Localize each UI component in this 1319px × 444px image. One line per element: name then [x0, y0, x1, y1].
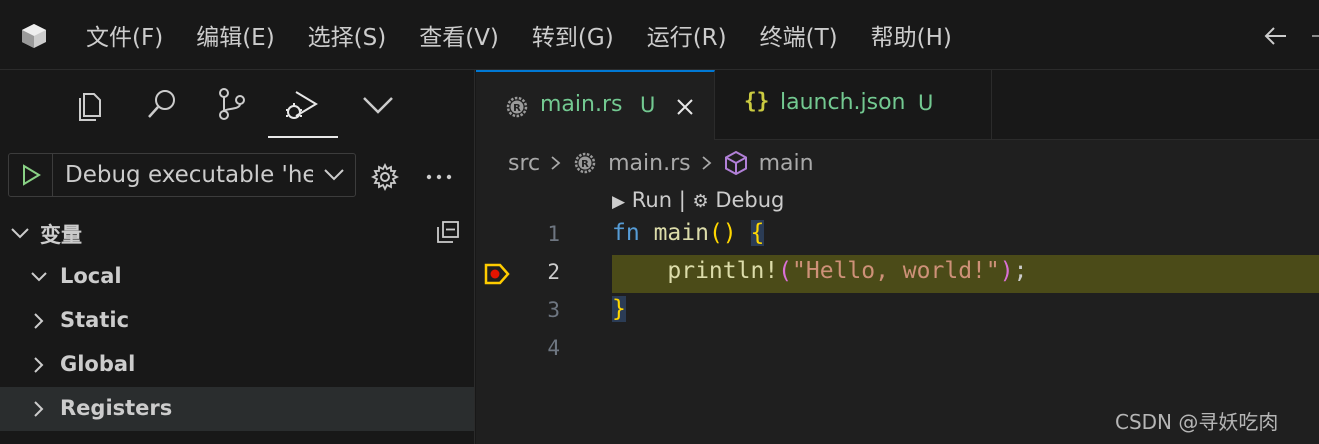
arrow-left-icon[interactable]	[1262, 22, 1290, 50]
gear-icon: ⚙	[692, 191, 709, 212]
variables-scope-static[interactable]: Static	[0, 299, 474, 343]
tab-launch-json[interactable]: {} launch.json U	[716, 70, 992, 140]
start-debugging-button[interactable]	[9, 154, 53, 196]
variables-scope-registers[interactable]: Registers	[0, 387, 474, 431]
chevron-down-icon	[31, 272, 47, 282]
menu-help[interactable]: 帮助(H)	[871, 18, 952, 52]
debug-sidebar: Debug executable 'hello_world' 变量 Local …	[0, 70, 475, 444]
chevron-right-icon	[34, 357, 44, 373]
scope-label: Global	[60, 352, 136, 376]
collapse-all-icon[interactable]	[435, 219, 461, 245]
variables-scope-global[interactable]: Global	[0, 343, 474, 387]
run-debug-icon[interactable]	[284, 86, 320, 122]
svg-text:R: R	[581, 159, 589, 170]
editor-area: R main.rs U {} launch.json U src R main.…	[476, 70, 1319, 444]
menu-view[interactable]: 查看(V)	[419, 18, 499, 52]
chevron-right-icon	[551, 156, 561, 170]
code-line[interactable]: 4	[476, 331, 1319, 369]
editor-tab-bar: R main.rs U {} launch.json U	[476, 70, 1319, 140]
codelens: ▶ Run | ⚙ Debug	[612, 188, 784, 212]
code-line-current[interactable]: 2 println!("Hello, world!");	[476, 255, 1319, 293]
git-status-badge: U	[640, 93, 656, 117]
line-number: 3	[547, 298, 560, 322]
chevron-down-icon	[324, 169, 344, 181]
code-line[interactable]: 1 fn main() {	[476, 217, 1319, 255]
variables-scope-local[interactable]: Local	[0, 255, 474, 299]
breakpoint-current-icon[interactable]	[484, 263, 510, 285]
source-control-icon[interactable]	[214, 86, 250, 122]
tab-main-rs[interactable]: R main.rs U	[476, 70, 715, 140]
arrow-right-icon[interactable]	[1312, 35, 1319, 37]
explorer-icon[interactable]	[74, 86, 110, 122]
svg-text:R: R	[513, 103, 521, 114]
rust-icon: R	[506, 96, 528, 118]
line-number: 1	[547, 222, 560, 246]
scope-label: Local	[60, 264, 122, 288]
json-braces-icon: {}	[744, 89, 770, 113]
chevron-right-icon	[702, 156, 711, 170]
symbol-method-icon	[724, 150, 747, 176]
more-actions-icon[interactable]	[424, 162, 454, 192]
breadcrumb-file[interactable]: main.rs	[608, 151, 690, 176]
chevron-down-icon	[11, 228, 29, 239]
menu-go[interactable]: 转到(G)	[532, 18, 614, 52]
code-line[interactable]: 3 }	[476, 293, 1319, 331]
chevron-right-icon	[34, 401, 44, 417]
menu-run[interactable]: 运行(R)	[647, 18, 727, 52]
play-icon: ▶	[612, 192, 626, 212]
breadcrumb-symbol[interactable]: main	[759, 151, 814, 176]
line-number: 4	[547, 336, 560, 360]
breadcrumb-folder[interactable]: src	[508, 151, 540, 176]
debug-config-select[interactable]: Debug executable 'hello_world'	[8, 153, 356, 197]
tab-label: main.rs	[540, 92, 623, 117]
menu-terminal[interactable]: 终端(T)	[760, 18, 838, 52]
scope-label: Registers	[60, 396, 173, 420]
chevron-down-icon[interactable]	[360, 86, 396, 122]
search-icon[interactable]	[144, 86, 180, 122]
tab-label: launch.json	[780, 90, 906, 115]
vscode-cube-icon	[22, 24, 46, 48]
gear-icon[interactable]	[370, 162, 400, 192]
codelens-run[interactable]: Run	[632, 188, 672, 212]
codelens-debug[interactable]: Debug	[715, 188, 784, 212]
active-view-indicator	[268, 136, 338, 138]
menu-selection[interactable]: 选择(S)	[308, 18, 387, 52]
breadcrumb: src R main.rs main	[476, 140, 1319, 186]
rust-icon: R	[574, 152, 596, 174]
menu-edit[interactable]: 编辑(E)	[196, 18, 274, 52]
code-text: println!("Hello, world!");	[667, 258, 1028, 284]
variables-section-title: 变量	[40, 223, 82, 247]
code-text: fn main() {	[612, 220, 765, 246]
menu-file[interactable]: 文件(F)	[86, 18, 163, 52]
play-icon	[23, 164, 41, 186]
code-text: }	[612, 296, 626, 322]
title-bar: 文件(F) 编辑(E) 选择(S) 查看(V) 转到(G) 运行(R) 终端(T…	[0, 0, 1319, 70]
scope-label: Static	[60, 308, 130, 332]
git-status-badge: U	[918, 91, 934, 115]
close-icon[interactable]	[674, 96, 696, 118]
variables-section-header[interactable]: 变量	[0, 215, 474, 251]
debug-config-label: Debug executable 'hello_world'	[65, 162, 313, 188]
chevron-right-icon	[34, 313, 44, 329]
codelens-separator: |	[678, 188, 686, 212]
menu-bar: 文件(F) 编辑(E) 选择(S) 查看(V) 转到(G) 运行(R) 终端(T…	[86, 0, 985, 70]
line-number: 2	[547, 260, 560, 284]
watermark: CSDN @寻妖吃肉	[1115, 410, 1279, 434]
activity-bar	[0, 70, 475, 140]
